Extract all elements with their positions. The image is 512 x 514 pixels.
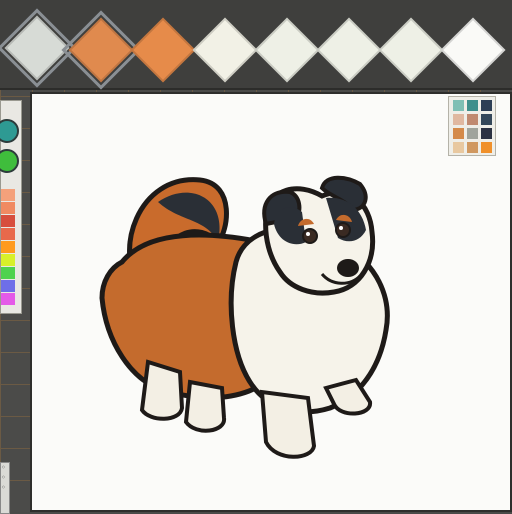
left-palette-swatch[interactable] xyxy=(1,293,15,305)
left-palette-swatch[interactable] xyxy=(1,202,15,214)
color-swatch-strip xyxy=(0,0,512,90)
bottom-tool-icons[interactable]: ◦ ◦ ◦ xyxy=(0,462,10,514)
swatch[interactable] xyxy=(378,17,444,83)
swatch[interactable] xyxy=(254,17,320,83)
left-palette-swatch[interactable] xyxy=(1,267,15,279)
dog-illustration xyxy=(99,175,390,459)
swatch[interactable] xyxy=(130,17,196,83)
swatch[interactable] xyxy=(316,17,382,83)
tool-icon[interactable]: ◦ xyxy=(1,473,9,483)
left-palette-swatch[interactable] xyxy=(1,241,15,253)
swatch[interactable] xyxy=(440,17,506,83)
left-tool-panel xyxy=(0,100,22,314)
left-palette-swatch[interactable] xyxy=(1,254,15,266)
left-palette-swatch[interactable] xyxy=(1,189,15,201)
green-tool-icon[interactable] xyxy=(0,149,19,173)
teal-tool-icon[interactable] xyxy=(0,119,19,143)
left-palette-swatch[interactable] xyxy=(1,215,15,227)
left-palette-swatch[interactable] xyxy=(1,228,15,240)
swatch[interactable] xyxy=(0,8,77,88)
tool-icon[interactable]: ◦ xyxy=(1,483,9,493)
left-palette-swatch[interactable] xyxy=(1,280,15,292)
tool-icon[interactable]: ◦ xyxy=(1,463,9,473)
swatch[interactable] xyxy=(192,17,258,83)
swatch[interactable] xyxy=(61,10,141,90)
